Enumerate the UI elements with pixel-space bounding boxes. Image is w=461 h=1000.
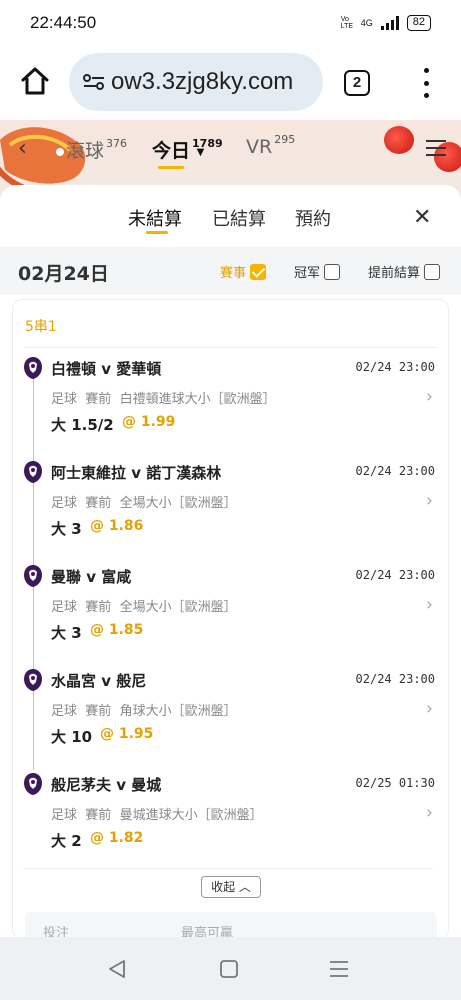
date-label: 02月24日 <box>18 263 109 285</box>
checkbox-events[interactable] <box>250 263 267 280</box>
filter-outright[interactable]: 冠军 <box>294 262 341 281</box>
bet-card: 5串1 白禮頓 v 愛華頓 02/24 23:00 足球 賽前 白禮頓進球大小［歐洲… <box>12 299 449 937</box>
bet-odds: @ 1.82 <box>90 830 144 846</box>
bet-leg[interactable]: 曼聯 v 富咸 02/24 23:00 足球 賽前 全場大小［歐洲盤］ › 大 3 @ 1… <box>23 564 443 668</box>
filter-early-cashout[interactable]: 提前結算 <box>368 262 441 281</box>
sports-nav: ‹ 滾球 376 今日 1789▼ VR 295 <box>18 130 448 169</box>
chevron-down-icon: ▼ <box>196 147 205 158</box>
sheet-tabs: 未結算 已結算 預約 ✕ <box>0 185 461 247</box>
active-tab-indicator <box>158 166 184 169</box>
stake-label: 投注 <box>43 926 70 937</box>
bet-odds: @ 1.99 <box>122 414 176 430</box>
premier-league-logo-icon <box>24 669 42 691</box>
max-win-label: 最高可贏 <box>181 926 234 937</box>
tab-inplay[interactable]: 滾球 376 <box>66 136 127 163</box>
bet-selection: 大 3 <box>51 520 82 538</box>
combo-type-label: 5串1 <box>25 319 57 335</box>
premier-league-logo-icon <box>24 357 42 379</box>
bet-leg[interactable]: 水晶宮 v 般尼 02/24 23:00 足球 賽前 角球大小［歐洲盤］ › 大 10 @… <box>23 668 443 772</box>
bet-leg[interactable]: 般尼茅夫 v 曼城 02/25 01:30 足球 賽前 曼城進球大小［歐洲盤］ › 大 … <box>23 772 443 876</box>
battery-icon: 82 <box>406 15 431 31</box>
tab-reserved[interactable]: 預約 <box>295 205 331 231</box>
match-teams: 白禮頓 v 愛華頓 <box>51 360 162 378</box>
date-filter-row: 02月24日 賽事 冠军 提前結算 <box>0 247 461 295</box>
collapse-button[interactable]: 收起 ︿ <box>201 876 261 898</box>
premier-league-logo-icon <box>24 773 42 795</box>
tab-unsettled[interactable]: 未結算 <box>128 205 182 231</box>
premier-league-logo-icon <box>24 565 42 587</box>
bet-selection: 大 1.5/2 <box>51 416 114 434</box>
network-type: 4G <box>360 18 373 28</box>
divider <box>23 868 433 869</box>
status-bar: 22:44:50 Vo LTE 4G 82 <box>0 0 461 46</box>
address-bar[interactable]: ow3.3zjg8ky.com <box>69 53 323 111</box>
premier-league-logo-icon <box>24 461 42 483</box>
bet-market-info: 足球 賽前 白禮頓進球大小［歐洲盤］ <box>51 392 276 407</box>
home-square-icon[interactable] <box>218 959 240 979</box>
status-time: 22:44:50 <box>30 13 97 32</box>
match-time: 02/25 01:30 <box>355 776 435 790</box>
match-time: 02/24 23:00 <box>355 464 435 478</box>
site-settings-icon[interactable] <box>83 73 105 91</box>
checkbox-early-cashout[interactable] <box>424 263 441 280</box>
match-teams: 阿士東維拉 v 諾丁漢森林 <box>51 464 222 482</box>
close-icon[interactable]: ✕ <box>413 205 431 230</box>
checkbox-outright[interactable] <box>324 263 341 280</box>
filter-events[interactable]: 賽事 <box>220 262 267 281</box>
chevron-right-icon[interactable]: › <box>426 698 433 719</box>
bet-odds: @ 1.85 <box>90 622 144 638</box>
browser-menu-icon[interactable] <box>420 68 432 98</box>
chevron-up-icon: ︿ <box>238 880 251 894</box>
match-time: 02/24 23:00 <box>355 672 435 686</box>
chevron-right-icon[interactable]: › <box>426 802 433 823</box>
system-nav-bar <box>0 937 461 1000</box>
bet-selection: 大 3 <box>51 624 82 642</box>
home-icon[interactable] <box>20 66 50 96</box>
bet-market-info: 足球 賽前 角球大小［歐洲盤］ <box>51 704 237 719</box>
url-text: ow3.3zjg8ky.com <box>111 68 294 95</box>
match-time: 02/24 23:00 <box>355 568 435 582</box>
hamburger-menu-icon[interactable] <box>426 140 446 160</box>
tab-settled[interactable]: 已結算 <box>212 205 266 231</box>
bet-leg[interactable]: 白禮頓 v 愛華頓 02/24 23:00 足球 賽前 白禮頓進球大小［歐洲盤］ › 大… <box>23 356 443 460</box>
divider <box>25 347 437 348</box>
status-icons: Vo LTE 4G 82 <box>341 15 431 31</box>
match-teams: 曼聯 v 富咸 <box>51 568 132 586</box>
match-time: 02/24 23:00 <box>355 360 435 374</box>
volte-indicator: Vo LTE <box>340 16 354 30</box>
bet-market-info: 足球 賽前 全場大小［歐洲盤］ <box>51 600 237 615</box>
bet-leg[interactable]: 阿士東維拉 v 諾丁漢森林 02/24 23:00 足球 賽前 全場大小［歐洲盤］ ›… <box>23 460 443 564</box>
bet-odds: @ 1.95 <box>100 726 154 742</box>
match-teams: 水晶宮 v 般尼 <box>51 672 147 690</box>
chevron-right-icon[interactable]: › <box>426 490 433 511</box>
back-triangle-icon[interactable] <box>106 959 128 979</box>
bet-summary: 投注 最高可贏 <box>25 912 437 937</box>
bet-record-sheet: 未結算 已結算 預約 ✕ 02月24日 賽事 冠军 提前結算 5串1 白禮頓 v… <box>0 185 461 937</box>
bet-odds: @ 1.86 <box>90 518 144 534</box>
signal-icon <box>380 16 399 30</box>
sheet-tab-indicator <box>146 231 168 234</box>
tab-switcher-button[interactable]: 2 <box>344 70 370 96</box>
bet-selection: 大 10 <box>51 728 93 746</box>
bet-selection: 大 2 <box>51 832 82 850</box>
recents-icon[interactable] <box>328 959 350 979</box>
bet-market-info: 足球 賽前 曼城進球大小［歐洲盤］ <box>51 808 263 823</box>
tab-today[interactable]: 今日 1789▼ <box>152 136 230 163</box>
browser-toolbar: ow3.3zjg8ky.com 2 <box>0 46 461 120</box>
bet-market-info: 足球 賽前 全場大小［歐洲盤］ <box>51 496 237 511</box>
chevron-right-icon[interactable]: › <box>426 386 433 407</box>
match-teams: 般尼茅夫 v 曼城 <box>51 776 162 794</box>
back-icon[interactable]: ‹ <box>18 136 27 161</box>
tab-vr[interactable]: VR 295 <box>246 133 295 158</box>
chevron-right-icon[interactable]: › <box>426 594 433 615</box>
